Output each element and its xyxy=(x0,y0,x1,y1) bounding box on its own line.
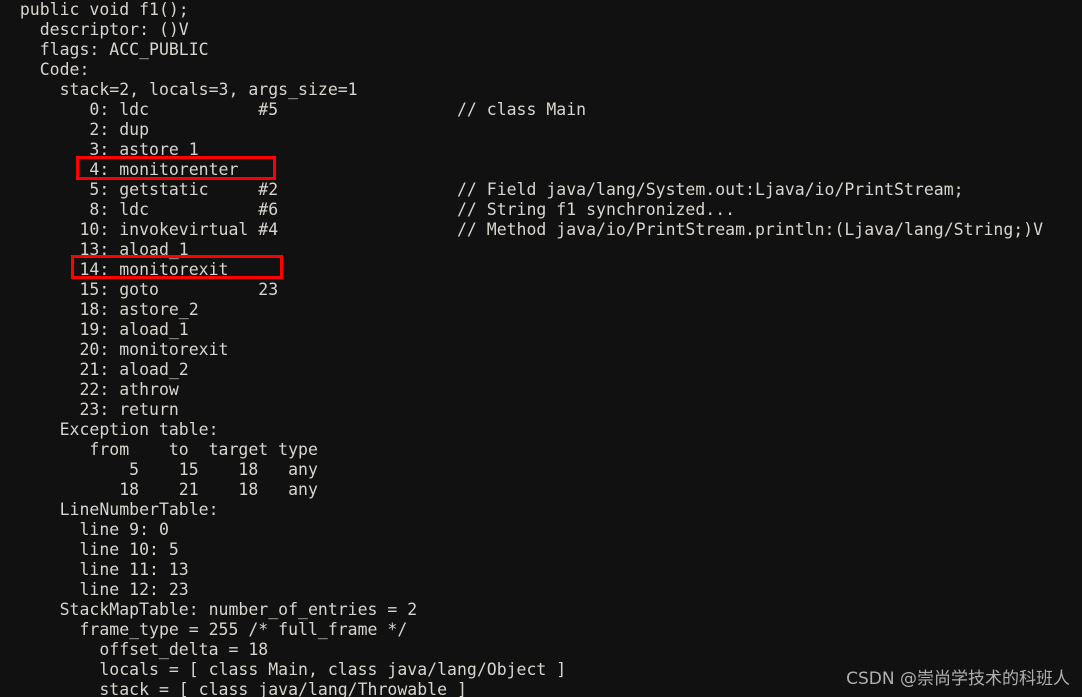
code-line: offset_delta = 18 xyxy=(0,640,269,659)
code-line: 15: goto 23 xyxy=(0,280,279,299)
code-line: 10: invokevirtual #4 // Method java/io/P… xyxy=(0,220,1044,239)
code-line: 5: getstatic #2 // Field java/lang/Syste… xyxy=(0,180,964,199)
code-line: frame_type = 255 /* full_frame */ xyxy=(0,620,408,639)
code-line: stack=2, locals=3, args_size=1 xyxy=(0,80,358,99)
javap-output: public void f1(); descriptor: ()V flags:… xyxy=(0,0,1082,697)
code-line: line 11: 13 xyxy=(0,560,189,579)
code-line: Code: xyxy=(0,60,90,79)
code-line: 13: aload_1 xyxy=(0,240,189,259)
code-line: 5 15 18 any xyxy=(0,460,318,479)
code-line: public void f1(); xyxy=(0,0,189,19)
code-line: 23: return xyxy=(0,400,179,419)
code-line: LineNumberTable: xyxy=(0,500,219,519)
code-line: from to target type xyxy=(0,440,318,459)
code-line: Exception table: xyxy=(0,420,219,439)
code-line: 4: monitorenter xyxy=(0,160,239,179)
code-line: 8: ldc #6 // String f1 synchronized... xyxy=(0,200,736,219)
code-line: 20: monitorexit xyxy=(0,340,229,359)
csdn-watermark: CSDN @崇尚学技术的科班人 xyxy=(846,669,1070,689)
code-line: 14: monitorexit xyxy=(0,260,229,279)
code-line: 0: ldc #5 // class Main xyxy=(0,100,587,119)
code-line: 18 21 18 any xyxy=(0,480,318,499)
code-line: line 10: 5 xyxy=(0,540,179,559)
code-line: flags: ACC_PUBLIC xyxy=(0,40,209,59)
code-line: 22: athrow xyxy=(0,380,179,399)
code-line: 18: astore_2 xyxy=(0,300,199,319)
code-line: StackMapTable: number_of_entries = 2 xyxy=(0,600,418,619)
code-line: 19: aload_1 xyxy=(0,320,189,339)
code-line: line 12: 23 xyxy=(0,580,189,599)
code-line: 3: astore_1 xyxy=(0,140,199,159)
code-line: 2: dup xyxy=(0,120,150,139)
terminal-screen: public void f1(); descriptor: ()V flags:… xyxy=(0,0,1082,697)
code-line: descriptor: ()V xyxy=(0,20,189,39)
code-line: 21: aload_2 xyxy=(0,360,189,379)
code-line: line 9: 0 xyxy=(0,520,169,539)
